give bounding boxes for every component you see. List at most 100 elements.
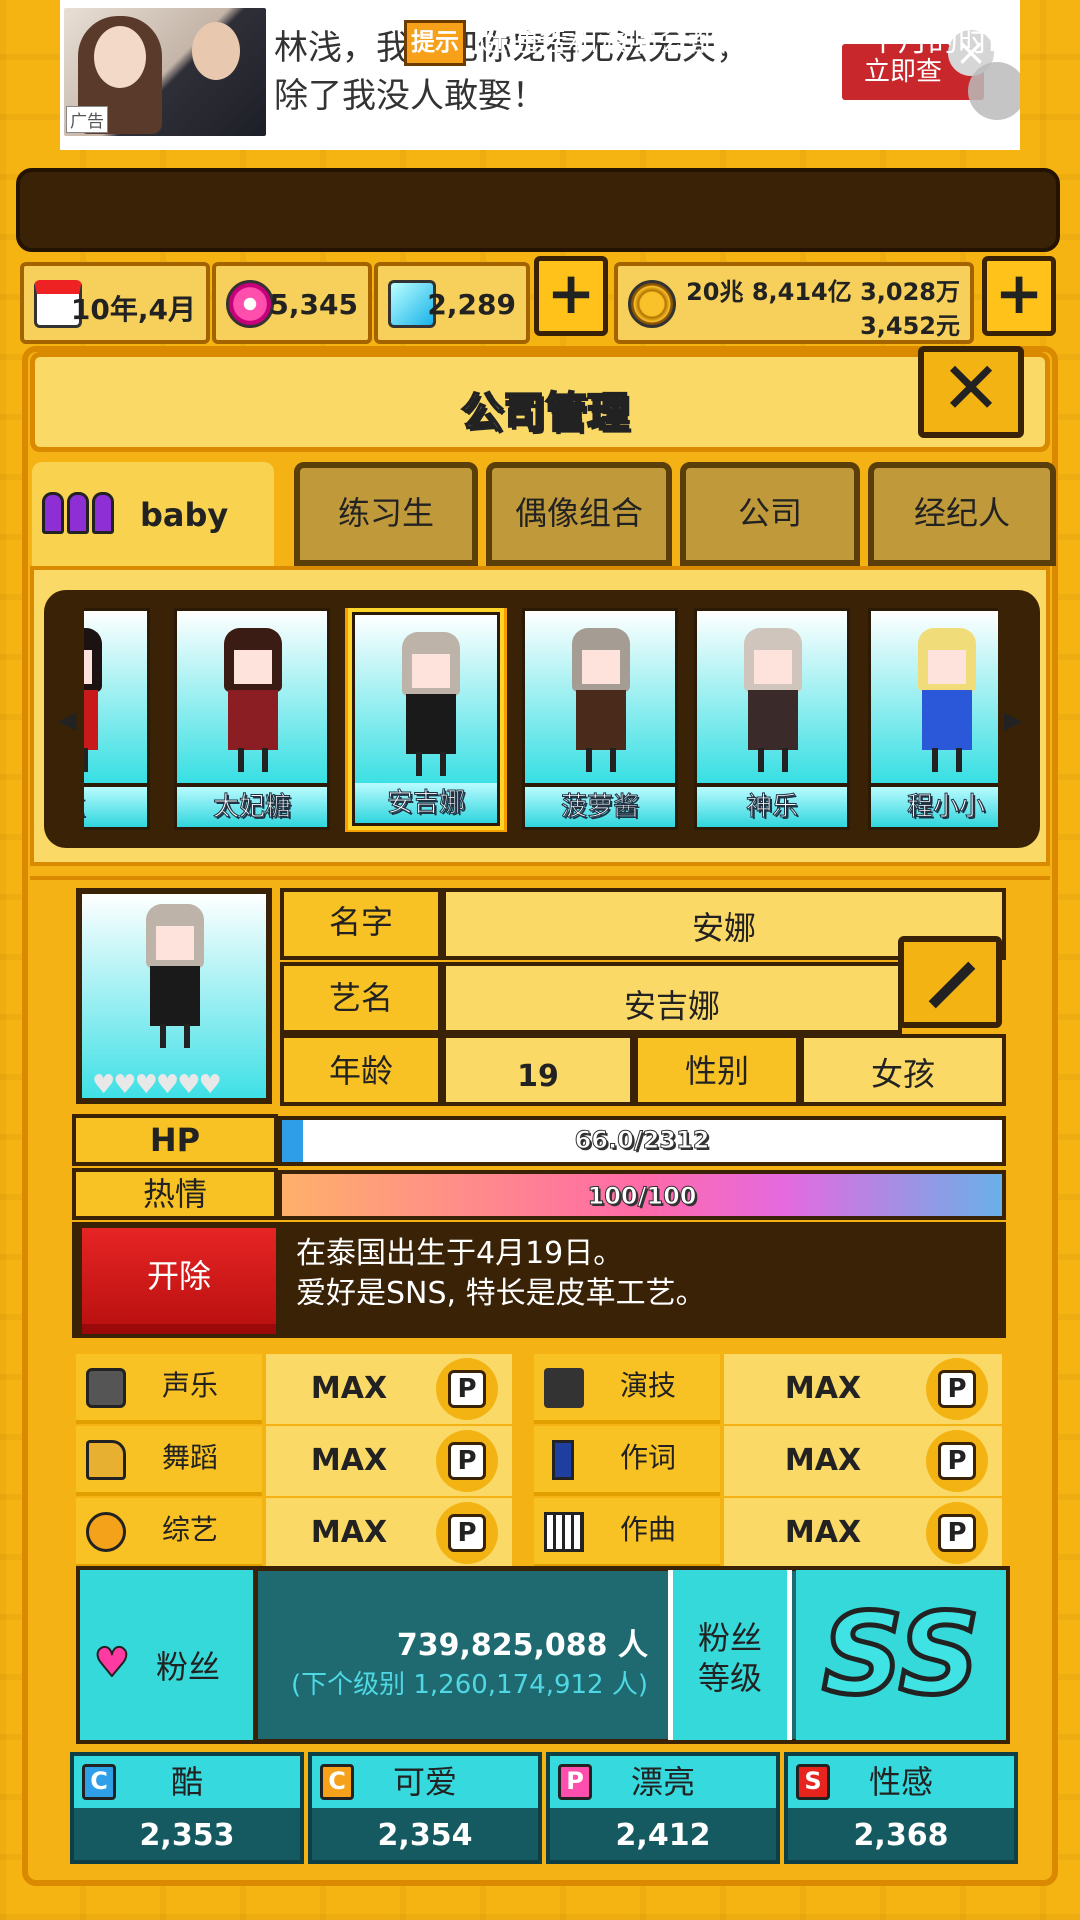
keyboard-icon	[544, 1512, 584, 1552]
tips-text: 赶通告和演唱会都需要耗费一个月的时i	[478, 24, 997, 59]
cool-icon: C	[82, 1764, 116, 1800]
gender-value: 女孩	[800, 1034, 1006, 1106]
fans-next-level: (下个级别 1,260,174,912 人)	[290, 1670, 648, 1700]
fan-level-badge: SS	[796, 1570, 1006, 1740]
attribute-value: 2,354	[377, 1818, 473, 1853]
skill-point-label: P	[938, 1370, 976, 1408]
tab-baby-label: baby	[140, 496, 229, 534]
blue-gem-value: 2,289	[427, 288, 516, 321]
skill-point-button[interactable]: P	[436, 1502, 498, 1564]
fire-button[interactable]: 开除	[78, 1224, 280, 1338]
tab-trainee[interactable]: 练习生	[294, 462, 478, 566]
heart-icon: ♥	[93, 1639, 131, 1687]
idol-sprite	[130, 904, 220, 1049]
roster-card[interactable]: 太妃糖	[174, 608, 330, 830]
tips-icon: 提示	[404, 20, 466, 66]
roster-card-name: 太妃糖	[177, 787, 327, 827]
attribute-value: 2,412	[615, 1818, 711, 1853]
tab-company[interactable]: 公司	[680, 462, 860, 566]
skill-point-button[interactable]: P	[926, 1502, 988, 1564]
ad-tag: 广告	[66, 106, 108, 133]
attribute-value: 2,368	[853, 1818, 949, 1853]
roster-card[interactable]: 安吉娜	[345, 608, 507, 832]
passion-bar: 100/100	[278, 1170, 1006, 1220]
roster-card-name: 菠萝酱	[525, 787, 675, 827]
mask-icon	[86, 1512, 126, 1552]
attribute-pretty: P 漂亮 2,412	[546, 1752, 780, 1864]
skill-point-button[interactable]: P	[926, 1430, 988, 1492]
idol-sprite	[208, 628, 298, 773]
attribute-sexy: S 性感 2,368	[784, 1752, 1018, 1864]
attribute-label: 酷	[170, 1763, 203, 1801]
panel-title: 公司管理	[460, 387, 630, 438]
skill-label-box: 演技	[534, 1354, 720, 1424]
stage-name-label: 艺名	[280, 962, 442, 1034]
fans-count: 739,825,088 人	[396, 1628, 648, 1663]
close-button[interactable]: ✕	[918, 346, 1024, 438]
money-value-line2: 3,452元	[860, 312, 960, 340]
skill-label-box: 综艺	[76, 1498, 262, 1568]
pink-gem-value: 5,345	[269, 288, 358, 321]
edit-name-button[interactable]	[898, 936, 1002, 1028]
attribute-cute: C 可爱 2,354	[308, 1752, 542, 1864]
pen-icon	[552, 1440, 574, 1480]
skill-point-label: P	[448, 1442, 486, 1480]
skill-label-box: 作词	[534, 1426, 720, 1496]
date-value: 10年,4月	[70, 293, 196, 326]
scroll-right-icon[interactable]: ▶	[1004, 706, 1022, 734]
pink-gem-icon	[226, 280, 274, 328]
attribute-value: 2,353	[139, 1818, 235, 1853]
roster-card-name: 拉	[84, 787, 147, 827]
add-money-button[interactable]: +	[982, 256, 1056, 336]
skill-label: 综艺	[162, 1513, 219, 1546]
scroll-left-icon[interactable]: ◀	[58, 706, 76, 734]
date-display: 10年,4月	[20, 262, 210, 344]
hp-bar: 66.0/2312	[278, 1116, 1006, 1166]
gender-label: 性别	[634, 1034, 800, 1106]
roster-card[interactable]: 程小小	[868, 608, 998, 830]
idol-sprite	[386, 632, 476, 777]
shoe-icon	[86, 1440, 126, 1480]
skill-point-button[interactable]: P	[926, 1358, 988, 1420]
skill-point-label: P	[448, 1370, 486, 1408]
group-icon	[42, 492, 114, 534]
pink-gem-counter: 5,345	[212, 262, 372, 344]
skill-point-button[interactable]: P	[436, 1358, 498, 1420]
sexy-icon: S	[796, 1764, 830, 1800]
skill-point-label: P	[938, 1442, 976, 1480]
panel-title-bar: 公司管理	[30, 352, 1050, 452]
name-label: 名字	[280, 888, 442, 960]
skill-label: 作曲	[620, 1513, 677, 1546]
add-gems-button[interactable]: +	[534, 256, 608, 336]
money-counter: 20兆 8,414亿 3,028万 3,452元	[614, 262, 974, 344]
fans-label: 粉丝	[156, 1648, 221, 1686]
pretty-icon: P	[558, 1764, 592, 1800]
roster-card[interactable]: 神乐	[694, 608, 850, 830]
skill-label: 舞蹈	[162, 1441, 219, 1474]
stage-name-value: 安吉娜	[442, 962, 902, 1034]
roster-card[interactable]: 拉	[84, 608, 150, 830]
blue-gem-counter: 2,289	[374, 262, 530, 344]
ad-logo-icon	[968, 62, 1020, 120]
money-value-line1: 20兆 8,414亿 3,028万	[686, 278, 960, 306]
hp-label: HP	[72, 1114, 278, 1166]
idol-sprite	[556, 628, 646, 773]
attribute-label: 性感	[868, 1763, 933, 1801]
tab-manager[interactable]: 经纪人	[868, 462, 1056, 566]
skill-label: 声乐	[162, 1369, 219, 1402]
hp-text: 66.0/2312	[574, 1126, 710, 1155]
coin-icon	[628, 280, 676, 328]
bio-text: 在泰国出生于4月19日。 爱好是SNS, 特长是皮革工艺。	[296, 1236, 706, 1311]
roster-card-name: 神乐	[697, 787, 847, 827]
skill-label: 作词	[620, 1441, 677, 1474]
skill-label-box: 作曲	[534, 1498, 720, 1568]
tab-idol-group[interactable]: 偶像组合	[486, 462, 672, 566]
skill-label-box: 声乐	[76, 1354, 262, 1424]
skill-point-button[interactable]: P	[436, 1430, 498, 1492]
roster-list: 拉太妃糖安吉娜菠萝酱神乐程小小	[84, 608, 998, 832]
fan-level-label: 粉丝 等级	[668, 1570, 792, 1740]
roster-card[interactable]: 菠萝酱	[522, 608, 678, 830]
skill-point-label: P	[448, 1514, 486, 1552]
roster-card-name: 安吉娜	[355, 783, 497, 823]
skill-point-label: P	[938, 1514, 976, 1552]
